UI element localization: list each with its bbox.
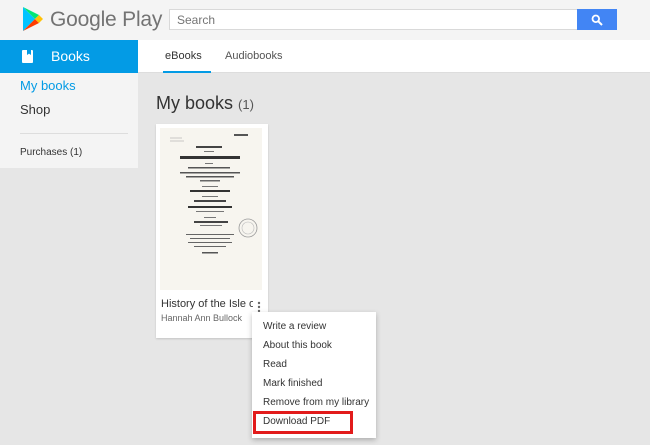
book-author[interactable]: Hannah Ann Bullock	[161, 313, 242, 323]
tab-ebooks[interactable]: eBooks	[165, 50, 202, 62]
top-bar: Google Play	[0, 0, 650, 40]
sidebar-divider	[20, 133, 128, 134]
tab-active-indicator	[163, 71, 211, 73]
google-play-logo-icon[interactable]	[22, 6, 44, 32]
tab-audiobooks[interactable]: Audiobooks	[225, 50, 283, 62]
sub-tabs: eBooks Audiobooks	[138, 40, 650, 73]
search-icon	[591, 14, 603, 26]
book-icon	[22, 50, 33, 63]
book-title[interactable]: History of the Isle of Man	[161, 298, 253, 310]
menu-item-write-review[interactable]: Write a review	[263, 321, 326, 332]
menu-item-mark-finished[interactable]: Mark finished	[263, 378, 322, 389]
page-title-text: My books	[156, 93, 234, 113]
nav-books[interactable]: Books	[0, 40, 138, 73]
book-cover-art	[160, 128, 262, 290]
book-count: (1)	[238, 97, 254, 112]
menu-item-about-book[interactable]: About this book	[263, 340, 332, 351]
sidebar-item-purchases[interactable]: Purchases (1)	[20, 147, 82, 158]
search-button[interactable]	[577, 9, 617, 30]
book-context-menu: Write a review About this book Read Mark…	[252, 312, 376, 438]
brand-name[interactable]: Google Play	[50, 8, 162, 32]
sidebar-item-shop[interactable]: Shop	[20, 102, 50, 117]
search-input[interactable]	[169, 9, 578, 30]
book-cover-image[interactable]	[160, 128, 262, 290]
sidebar-item-my-books[interactable]: My books	[20, 78, 76, 93]
menu-item-read[interactable]: Read	[263, 359, 287, 370]
sidebar: My books Shop Purchases (1)	[0, 73, 138, 168]
book-card[interactable]: History of the Isle of Man Hannah Ann Bu…	[156, 124, 268, 338]
page-title: My books (1)	[156, 93, 254, 114]
menu-item-download-pdf[interactable]: Download PDF	[263, 416, 330, 427]
menu-item-remove-from-library[interactable]: Remove from my library	[263, 397, 369, 408]
nav-books-label: Books	[51, 48, 90, 64]
